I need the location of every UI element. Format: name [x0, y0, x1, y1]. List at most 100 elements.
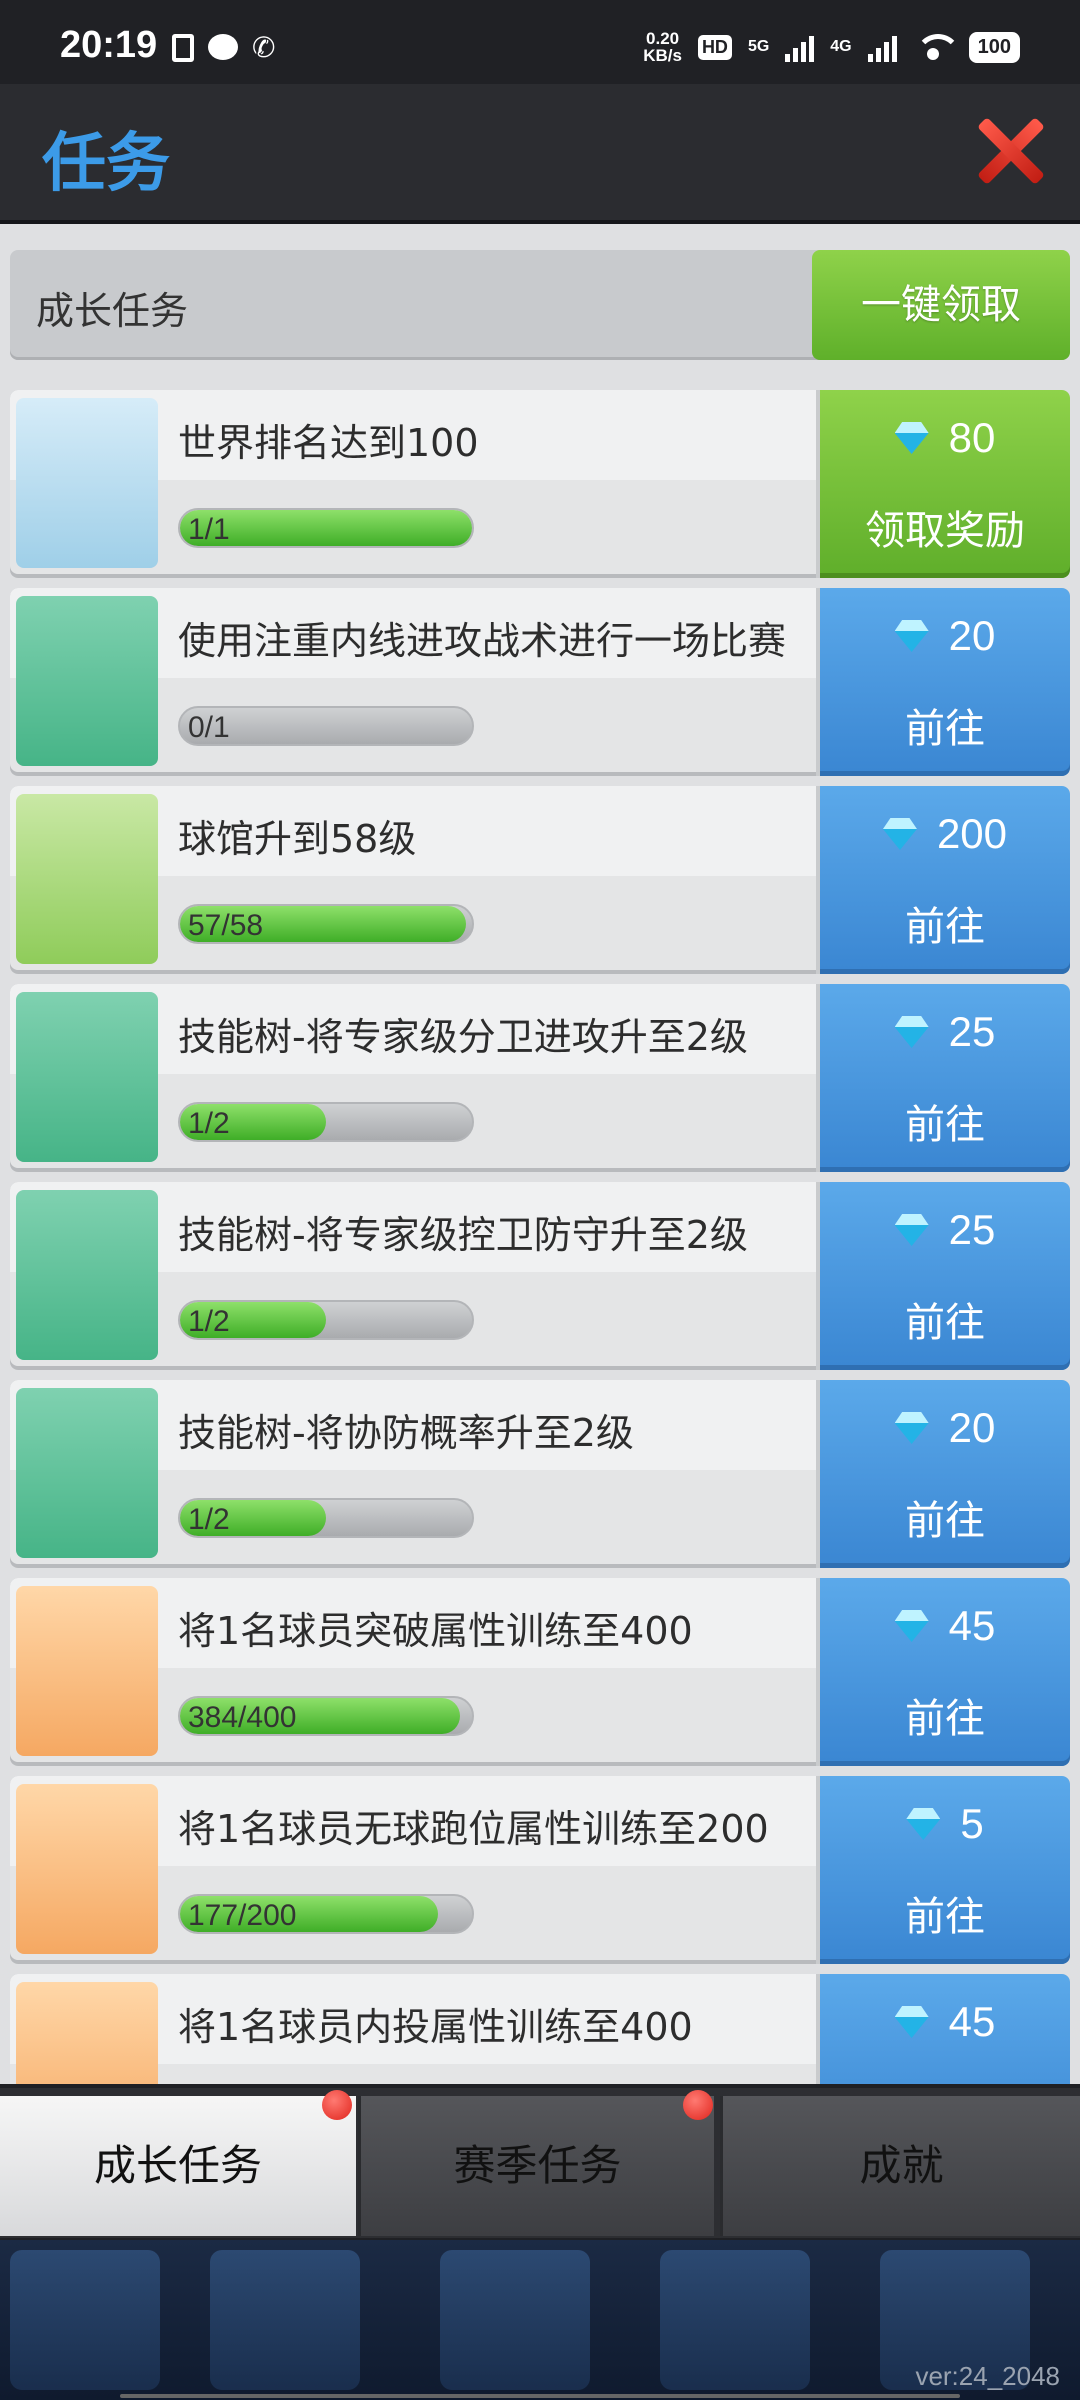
task-panel: 成长任务 一键领取 世界排名达到100 1/1 80 领取奖励 使用注重内线进攻…	[0, 224, 1080, 2084]
task-row: 使用注重内线进攻战术进行一场比赛 0/1 20 前往	[10, 588, 1070, 776]
sim2-network-label: 4G	[830, 38, 852, 55]
reward-info: 20	[820, 1404, 1070, 1452]
section-header: 成长任务 一键领取	[10, 250, 1070, 360]
game-menu-background: ver:24_2048	[0, 2240, 1080, 2400]
task-body: 球馆升到58级 57/58	[10, 786, 816, 974]
reward-info: 20	[820, 612, 1070, 660]
task-row: 将1名球员突破属性训练至400 384/400 45 前往	[10, 1578, 1070, 1766]
tab-bar: 成长任务 赛季任务 成就	[0, 2088, 1080, 2238]
wifi-icon	[913, 32, 961, 62]
jersey-basketball-icon	[16, 1586, 158, 1756]
diamond-icon	[895, 1610, 929, 1642]
reward-action-label: 前往	[905, 1300, 985, 1346]
task-title: 使用注重内线进攻战术进行一场比赛	[178, 619, 787, 663]
currency-menu-icon	[210, 2250, 360, 2390]
tab-label: 成长任务	[93, 2141, 262, 2190]
progress-text: 384/400	[188, 1701, 297, 1734]
task-row: 技能树-将协防概率升至2级 1/2 20 前往	[10, 1380, 1070, 1568]
task-header: 任务	[0, 84, 1080, 224]
notification-dot-icon	[322, 2090, 352, 2120]
tab-achievements[interactable]: 成就	[720, 2096, 1080, 2236]
reward-amount: 45	[948, 1602, 996, 1649]
status-time: 20:19	[60, 24, 158, 66]
reward-amount: 20	[948, 1404, 996, 1451]
reward-amount: 25	[948, 1206, 996, 1253]
reward-info: 45	[820, 1602, 1070, 1650]
version-label: ver:24_2048	[915, 2361, 1060, 2391]
progress-bar: 1/1	[178, 508, 474, 548]
reward-action-label: 前往	[905, 1102, 985, 1148]
task-row: 世界排名达到100 1/1 80 领取奖励	[10, 390, 1070, 578]
reward-amount: 200	[936, 810, 1008, 857]
reward-info: 80	[820, 414, 1070, 462]
progress-text: 177/200	[188, 1899, 297, 1932]
chat-bubble-icon	[208, 34, 238, 60]
reward-info: 25	[820, 1206, 1070, 1254]
task-title: 技能树-将专家级控卫防守升至2级	[178, 1213, 748, 1257]
diamond-icon	[895, 422, 929, 454]
reward-info: 5	[820, 1800, 1070, 1848]
go-button[interactable]: 20 前往	[820, 588, 1070, 776]
trophy-menu-icon	[660, 2250, 810, 2390]
diamond-icon	[895, 1016, 929, 1048]
task-title: 技能树-将专家级分卫进攻升至2级	[178, 1015, 748, 1059]
battery-icon: 100	[968, 31, 1020, 63]
jersey-basketball-icon	[16, 1982, 158, 2084]
tab-growth-tasks[interactable]: 成长任务	[0, 2090, 356, 2236]
reward-amount: 25	[948, 1008, 996, 1055]
rising-graph-icon	[16, 794, 158, 964]
reward-amount: 5	[960, 1800, 984, 1847]
claim-reward-button[interactable]: 80 领取奖励	[820, 390, 1070, 578]
progress-bar: 0/1	[178, 706, 474, 746]
task-row: 将1名球员内投属性训练至400 45	[10, 1974, 1070, 2084]
go-button[interactable]: 45 前往	[820, 1578, 1070, 1766]
task-row: 技能树-将专家级分卫进攻升至2级 1/2 25 前往	[10, 984, 1070, 1172]
sim1-network-label: 5G	[747, 38, 770, 55]
net-speed: 0.20 KB/s	[643, 29, 682, 65]
hd-voice-icon: HD	[697, 34, 732, 60]
section-label: 成长任务	[36, 289, 189, 333]
progress-bar: 1/2	[178, 1300, 474, 1340]
reward-info: 200	[820, 810, 1070, 858]
progress-text: 1/2	[188, 1503, 230, 1536]
tab-label: 赛季任务	[453, 2141, 622, 2190]
progress-bar: 384/400	[178, 1696, 474, 1736]
go-button[interactable]: 200 前往	[820, 786, 1070, 974]
task-title: 将1名球员无球跑位属性训练至200	[178, 1807, 769, 1851]
task-title: 技能树-将协防概率升至2级	[178, 1411, 634, 1455]
task-row: 球馆升到58级 57/58 200 前往	[10, 786, 1070, 974]
task-body: 世界排名达到100 1/1	[10, 390, 816, 578]
close-icon[interactable]	[976, 114, 1042, 188]
task-title: 将1名球员内投属性训练至400	[178, 2005, 693, 2049]
trophy-podium-icon	[16, 398, 158, 568]
tab-season-tasks[interactable]: 赛季任务	[358, 2090, 714, 2236]
clipboard-icon	[172, 34, 194, 62]
go-button[interactable]: 25 前往	[820, 1182, 1070, 1370]
diamond-icon	[883, 818, 917, 850]
progress-text: 1/2	[188, 1107, 230, 1140]
reward-info: 25	[820, 1008, 1070, 1056]
task-body: 技能树-将专家级分卫进攻升至2级 1/2	[10, 984, 816, 1172]
go-button[interactable]: 25 前往	[820, 984, 1070, 1172]
diamond-icon	[895, 2006, 929, 2038]
reward-info: 45	[820, 1998, 1070, 2046]
signal-strength-icon	[785, 32, 815, 62]
reward-action-label: 前往	[905, 904, 985, 950]
go-button[interactable]: 20 前往	[820, 1380, 1070, 1568]
jersey-basketball-icon	[16, 1784, 158, 1954]
reward-action-label: 前往	[905, 706, 985, 752]
progress-text: 1/2	[188, 1305, 230, 1338]
home-indicator[interactable]	[120, 2394, 960, 2398]
status-bar: 20:19 ✆ 0.20 KB/s HD 5G 4G 100	[0, 0, 1080, 84]
progress-bar: 1/2	[178, 1498, 474, 1538]
reward-amount: 20	[948, 612, 996, 659]
claim-all-button[interactable]: 一键领取	[812, 250, 1070, 360]
task-body: 将1名球员突破属性训练至400 384/400	[10, 1578, 816, 1766]
task-row: 技能树-将专家级控卫防守升至2级 1/2 25 前往	[10, 1182, 1070, 1370]
jersey-menu-icon	[440, 2250, 590, 2390]
go-button[interactable]: 45	[820, 1974, 1070, 2084]
missed-call-icon: ✆	[252, 31, 276, 64]
go-button[interactable]: 5 前往	[820, 1776, 1070, 1964]
diamond-icon	[895, 1412, 929, 1444]
signal-strength-icon-2	[867, 32, 897, 62]
